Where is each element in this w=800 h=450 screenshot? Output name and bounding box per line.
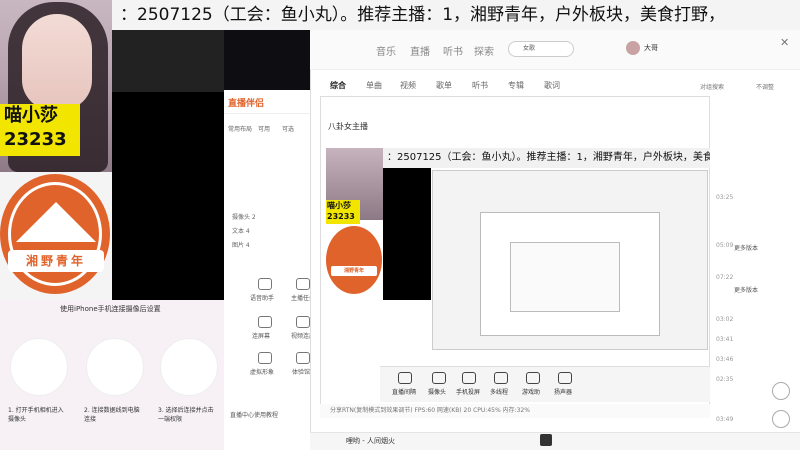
- user-name[interactable]: 大哥: [644, 43, 658, 53]
- guide-step-2-image: [86, 338, 144, 396]
- nav-audiobook[interactable]: 听书: [443, 43, 463, 58]
- scroll-top-button[interactable]: [772, 410, 790, 428]
- action-voice: 语音助手: [250, 295, 275, 302]
- share-screen-icon[interactable]: [258, 316, 272, 328]
- duration: 05:09: [716, 242, 734, 249]
- toolbar-label: 直播间隔: [392, 389, 417, 396]
- streamer-name-box: 喵小莎 23233: [0, 104, 80, 156]
- inner-name: 喵小莎 23233: [326, 200, 360, 224]
- toolbar-label: 扬声器: [554, 389, 573, 396]
- action-avatar: 虚拟形象: [250, 369, 275, 376]
- video-link-icon[interactable]: [296, 316, 310, 328]
- inner-black-panel: [383, 168, 431, 300]
- task-icon[interactable]: [296, 278, 310, 290]
- action-experience: 体验馆: [292, 369, 311, 376]
- play-pause-button[interactable]: [540, 434, 552, 446]
- music-search-input[interactable]: 女歌: [508, 41, 574, 57]
- status-bar: 分享RTN(复制模式到效果调节) FPS:60 网速(KB) 20 CPU:45…: [320, 404, 710, 418]
- duration: 03:49: [716, 416, 734, 423]
- tab-layout[interactable]: 常用布局: [228, 124, 252, 133]
- multithread-icon[interactable]: [494, 372, 508, 384]
- guide-step-2-text: 2. 连接数据线到电脑连接: [84, 407, 140, 423]
- nav-music[interactable]: 音乐: [376, 43, 396, 58]
- scrolling-ticker: ：2507125（工会：鱼小丸）。推荐主播：1，湘野青年，户外板块，美食打野，: [112, 0, 800, 30]
- app-brand: 直播伴侣: [228, 99, 265, 109]
- guide-step-3-image: [160, 338, 218, 396]
- close-icon[interactable]: ✕: [780, 36, 789, 49]
- guide-step-1-image: [10, 338, 68, 396]
- team-logo: 湘野青年: [0, 174, 110, 294]
- camera-icon[interactable]: [432, 372, 446, 384]
- voice-assistant-icon[interactable]: [258, 278, 272, 290]
- source-text[interactable]: 文本 4: [232, 226, 250, 235]
- tab-optional[interactable]: 可选: [282, 124, 294, 133]
- tab-playlists[interactable]: 歌单: [436, 80, 452, 91]
- duration: 07:22: [716, 274, 734, 281]
- inner-logo-text: 湘野青年: [331, 266, 377, 276]
- duration: 03:02: [716, 316, 734, 323]
- inner-ticker: ：2507125（工会：鱼小丸）。推荐主播：1，湘野青年，户外板块，美食打野，: [383, 148, 710, 168]
- nav-explore[interactable]: 探索: [474, 43, 494, 58]
- source-camera[interactable]: 摄像头 2: [232, 212, 256, 221]
- toolbar-label: 摄像头: [428, 389, 447, 396]
- right-link-2[interactable]: 不调整: [756, 82, 774, 91]
- guide-step-1-text: 1. 打开手机相机进入摄像头: [8, 407, 64, 423]
- live-interval-icon[interactable]: [398, 372, 412, 384]
- inner-logo: 湘野青年: [326, 226, 382, 294]
- toolbar-label: 多线程: [490, 389, 509, 396]
- live-companion-sidebar: [224, 90, 320, 450]
- duration: 02:35: [716, 376, 734, 383]
- nav-live[interactable]: 直播: [410, 43, 430, 58]
- tab-available[interactable]: 可用: [258, 124, 270, 133]
- tab-audiobooks[interactable]: 听书: [472, 80, 488, 91]
- phone-cast-icon[interactable]: [462, 372, 476, 384]
- tab-videos[interactable]: 视频: [400, 80, 416, 91]
- user-avatar[interactable]: [626, 41, 640, 55]
- tab-songs[interactable]: 单曲: [366, 80, 382, 91]
- streamer-name: 喵小莎: [4, 105, 58, 126]
- now-playing-title: 哩哟 - 人间烟火: [346, 437, 395, 445]
- dark-window: [112, 30, 224, 92]
- tab-albums[interactable]: 专辑: [508, 80, 524, 91]
- obs-toolbar: [380, 366, 710, 402]
- source-image[interactable]: 图片 4: [232, 240, 250, 249]
- guide-step-3-text: 3. 选择后连接并点击一端权限: [158, 407, 214, 423]
- avatar-icon[interactable]: [258, 352, 272, 364]
- more-versions-link[interactable]: 更多版本: [734, 243, 758, 252]
- action-screen: 连屏幕: [252, 333, 271, 340]
- logo-text: 湘野青年: [8, 250, 104, 272]
- speaker-icon[interactable]: [558, 372, 572, 384]
- guide-title: 使用iPhone手机连接摄像后设置: [60, 305, 161, 313]
- streamer-id: 23233: [4, 129, 67, 150]
- right-link-1[interactable]: 对组搜索: [700, 82, 724, 91]
- experience-icon[interactable]: [296, 352, 310, 364]
- nested-screenshot-3: [510, 242, 620, 312]
- inner-title: 八卦女主播: [328, 122, 368, 131]
- tutorial-link[interactable]: 直播中心使用教程: [230, 410, 278, 419]
- tab-all[interactable]: 综合: [330, 80, 346, 91]
- duration: 03:41: [716, 336, 734, 343]
- more-versions-link[interactable]: 更多版本: [734, 285, 758, 294]
- game-icon[interactable]: [526, 372, 540, 384]
- duration: 03:25: [716, 194, 734, 201]
- toolbar-label: 手机投屏: [456, 389, 481, 396]
- feedback-button[interactable]: [772, 382, 790, 400]
- duration: 03:46: [716, 356, 734, 363]
- face-shape: [22, 14, 92, 110]
- toolbar-label: 游戏助: [522, 389, 541, 396]
- tab-lyrics[interactable]: 歌词: [544, 80, 560, 91]
